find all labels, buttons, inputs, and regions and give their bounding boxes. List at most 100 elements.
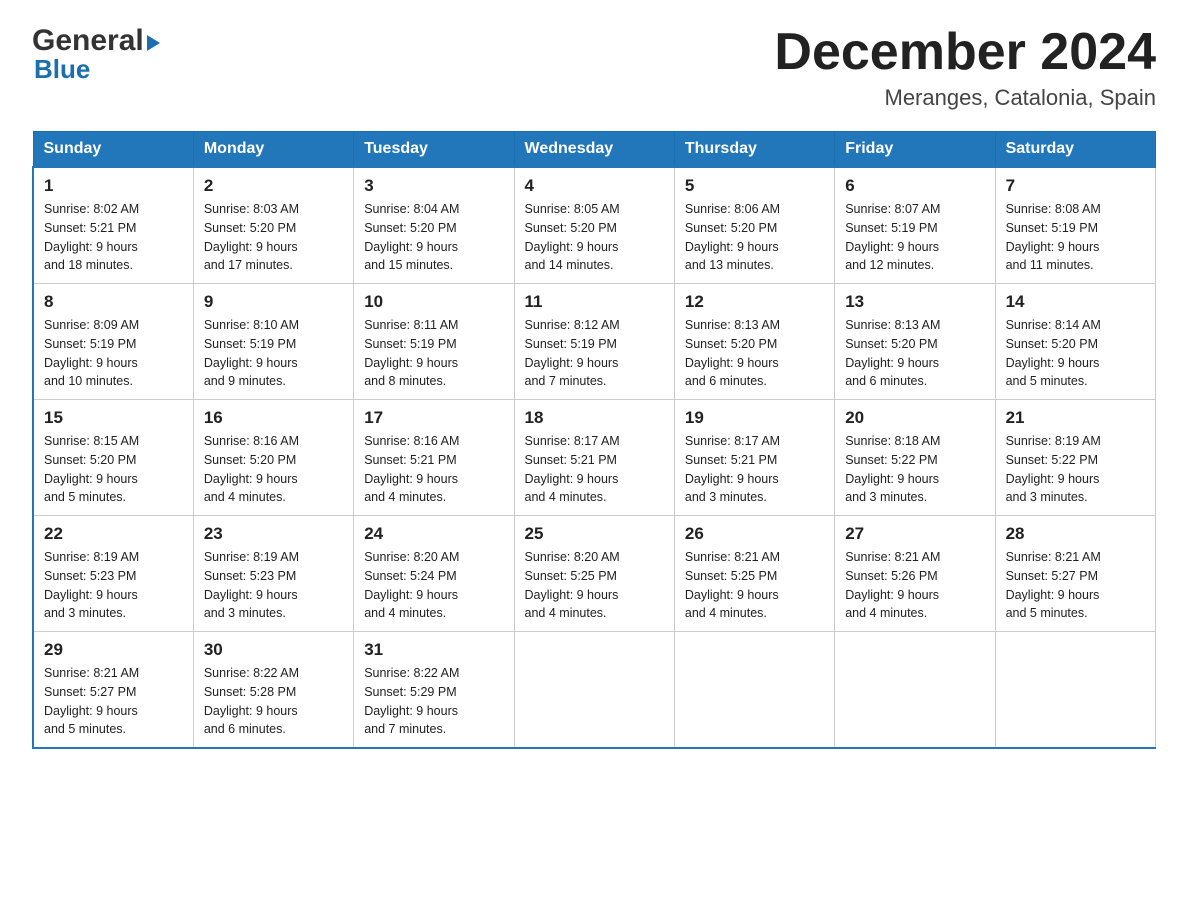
day-info: Sunrise: 8:06 AMSunset: 5:20 PMDaylight:… <box>685 200 824 275</box>
day-info: Sunrise: 8:20 AMSunset: 5:25 PMDaylight:… <box>525 548 664 623</box>
day-info: Sunrise: 8:11 AMSunset: 5:19 PMDaylight:… <box>364 316 503 391</box>
day-info: Sunrise: 8:18 AMSunset: 5:22 PMDaylight:… <box>845 432 984 507</box>
day-info: Sunrise: 8:19 AMSunset: 5:23 PMDaylight:… <box>204 548 343 623</box>
col-friday: Friday <box>835 132 995 168</box>
day-info: Sunrise: 8:04 AMSunset: 5:20 PMDaylight:… <box>364 200 503 275</box>
day-info: Sunrise: 8:20 AMSunset: 5:24 PMDaylight:… <box>364 548 503 623</box>
logo-blue-text: Blue <box>32 54 90 85</box>
calendar-table: Sunday Monday Tuesday Wednesday Thursday… <box>32 131 1156 749</box>
day-number: 19 <box>685 408 824 428</box>
calendar-body: 1 Sunrise: 8:02 AMSunset: 5:21 PMDaylight… <box>33 167 1156 748</box>
day-number: 21 <box>1006 408 1145 428</box>
day-number: 20 <box>845 408 984 428</box>
calendar-cell: 21 Sunrise: 8:19 AMSunset: 5:22 PMDayligh… <box>995 400 1155 516</box>
calendar-subtitle: Meranges, Catalonia, Spain <box>774 85 1156 111</box>
col-tuesday: Tuesday <box>354 132 514 168</box>
day-number: 12 <box>685 292 824 312</box>
day-number: 25 <box>525 524 664 544</box>
calendar-cell: 31Sunrise: 8:22 AMSunset: 5:29 PMDayligh… <box>354 632 514 749</box>
day-info: Sunrise: 8:13 AMSunset: 5:20 PMDaylight:… <box>845 316 984 391</box>
day-number: 14 <box>1006 292 1145 312</box>
day-number: 24 <box>364 524 503 544</box>
day-number: 23 <box>204 524 343 544</box>
calendar-cell: 13 Sunrise: 8:13 AMSunset: 5:20 PMDayligh… <box>835 284 995 400</box>
day-number: 22 <box>44 524 183 544</box>
calendar-cell: 24 Sunrise: 8:20 AMSunset: 5:24 PMDayligh… <box>354 516 514 632</box>
calendar-cell: 19Sunrise: 8:17 AMSunset: 5:21 PMDayligh… <box>674 400 834 516</box>
day-number: 15 <box>44 408 183 428</box>
calendar-cell <box>674 632 834 749</box>
day-info: Sunrise: 8:16 AMSunset: 5:20 PMDaylight:… <box>204 432 343 507</box>
calendar-cell: 17 Sunrise: 8:16 AMSunset: 5:21 PMDayligh… <box>354 400 514 516</box>
day-number: 27 <box>845 524 984 544</box>
day-info: Sunrise: 8:21 AMSunset: 5:27 PMDaylight:… <box>44 664 183 739</box>
calendar-cell: 11 Sunrise: 8:12 AMSunset: 5:19 PMDayligh… <box>514 284 674 400</box>
day-number: 4 <box>525 176 664 196</box>
day-number: 13 <box>845 292 984 312</box>
calendar-cell: 25 Sunrise: 8:20 AMSunset: 5:25 PMDayligh… <box>514 516 674 632</box>
calendar-cell: 18 Sunrise: 8:17 AMSunset: 5:21 PMDayligh… <box>514 400 674 516</box>
calendar-week-3: 15 Sunrise: 8:15 AMSunset: 5:20 PMDayligh… <box>33 400 1156 516</box>
col-thursday: Thursday <box>674 132 834 168</box>
col-saturday: Saturday <box>995 132 1155 168</box>
calendar-cell: 16 Sunrise: 8:16 AMSunset: 5:20 PMDayligh… <box>193 400 353 516</box>
day-info: Sunrise: 8:05 AMSunset: 5:20 PMDaylight:… <box>525 200 664 275</box>
calendar-title: December 2024 <box>774 24 1156 81</box>
calendar-cell <box>995 632 1155 749</box>
day-number: 6 <box>845 176 984 196</box>
calendar-cell: 5 Sunrise: 8:06 AMSunset: 5:20 PMDaylight… <box>674 167 834 284</box>
calendar-cell: 30Sunrise: 8:22 AMSunset: 5:28 PMDayligh… <box>193 632 353 749</box>
day-info: Sunrise: 8:12 AMSunset: 5:19 PMDaylight:… <box>525 316 664 391</box>
page-header: General Blue December 2024 Meranges, Cat… <box>32 24 1156 111</box>
calendar-cell: 9 Sunrise: 8:10 AMSunset: 5:19 PMDaylight… <box>193 284 353 400</box>
calendar-week-4: 22 Sunrise: 8:19 AMSunset: 5:23 PMDayligh… <box>33 516 1156 632</box>
day-number: 9 <box>204 292 343 312</box>
day-info: Sunrise: 8:17 AMSunset: 5:21 PMDaylight:… <box>525 432 664 507</box>
day-info: Sunrise: 8:13 AMSunset: 5:20 PMDaylight:… <box>685 316 824 391</box>
day-info: Sunrise: 8:19 AMSunset: 5:22 PMDaylight:… <box>1006 432 1145 507</box>
col-sunday: Sunday <box>33 132 193 168</box>
day-info: Sunrise: 8:09 AMSunset: 5:19 PMDaylight:… <box>44 316 183 391</box>
calendar-cell <box>835 632 995 749</box>
calendar-cell: 7 Sunrise: 8:08 AMSunset: 5:19 PMDaylight… <box>995 167 1155 284</box>
calendar-cell: 23 Sunrise: 8:19 AMSunset: 5:23 PMDayligh… <box>193 516 353 632</box>
calendar-cell: 20 Sunrise: 8:18 AMSunset: 5:22 PMDayligh… <box>835 400 995 516</box>
day-number: 18 <box>525 408 664 428</box>
calendar-cell: 26Sunrise: 8:21 AMSunset: 5:25 PMDayligh… <box>674 516 834 632</box>
day-number: 31 <box>364 640 503 660</box>
day-info: Sunrise: 8:22 AMSunset: 5:28 PMDaylight:… <box>204 664 343 739</box>
day-info: Sunrise: 8:21 AMSunset: 5:27 PMDaylight:… <box>1006 548 1145 623</box>
day-number: 11 <box>525 292 664 312</box>
calendar-week-2: 8Sunrise: 8:09 AMSunset: 5:19 PMDaylight… <box>33 284 1156 400</box>
calendar-header: Sunday Monday Tuesday Wednesday Thursday… <box>33 132 1156 168</box>
day-info: Sunrise: 8:10 AMSunset: 5:19 PMDaylight:… <box>204 316 343 391</box>
title-block: December 2024 Meranges, Catalonia, Spain <box>774 24 1156 111</box>
col-monday: Monday <box>193 132 353 168</box>
day-number: 7 <box>1006 176 1145 196</box>
calendar-cell: 6Sunrise: 8:07 AMSunset: 5:19 PMDaylight… <box>835 167 995 284</box>
calendar-cell: 15 Sunrise: 8:15 AMSunset: 5:20 PMDayligh… <box>33 400 193 516</box>
logo: General Blue <box>32 24 160 85</box>
calendar-cell: 29Sunrise: 8:21 AMSunset: 5:27 PMDayligh… <box>33 632 193 749</box>
day-info: Sunrise: 8:15 AMSunset: 5:20 PMDaylight:… <box>44 432 183 507</box>
day-info: Sunrise: 8:08 AMSunset: 5:19 PMDaylight:… <box>1006 200 1145 275</box>
calendar-cell: 22Sunrise: 8:19 AMSunset: 5:23 PMDayligh… <box>33 516 193 632</box>
calendar-cell: 4 Sunrise: 8:05 AMSunset: 5:20 PMDaylight… <box>514 167 674 284</box>
calendar-cell: 28 Sunrise: 8:21 AMSunset: 5:27 PMDayligh… <box>995 516 1155 632</box>
day-number: 16 <box>204 408 343 428</box>
calendar-cell: 3Sunrise: 8:04 AMSunset: 5:20 PMDaylight… <box>354 167 514 284</box>
calendar-cell: 2Sunrise: 8:03 AMSunset: 5:20 PMDaylight… <box>193 167 353 284</box>
calendar-week-1: 1 Sunrise: 8:02 AMSunset: 5:21 PMDaylight… <box>33 167 1156 284</box>
day-number: 28 <box>1006 524 1145 544</box>
day-number: 17 <box>364 408 503 428</box>
calendar-cell: 1 Sunrise: 8:02 AMSunset: 5:21 PMDaylight… <box>33 167 193 284</box>
logo-triangle-icon <box>147 35 160 51</box>
header-row: Sunday Monday Tuesday Wednesday Thursday… <box>33 132 1156 168</box>
day-number: 1 <box>44 176 183 196</box>
day-info: Sunrise: 8:16 AMSunset: 5:21 PMDaylight:… <box>364 432 503 507</box>
day-info: Sunrise: 8:02 AMSunset: 5:21 PMDaylight:… <box>44 200 183 275</box>
day-number: 26 <box>685 524 824 544</box>
calendar-cell: 12 Sunrise: 8:13 AMSunset: 5:20 PMDayligh… <box>674 284 834 400</box>
col-wednesday: Wednesday <box>514 132 674 168</box>
day-number: 5 <box>685 176 824 196</box>
